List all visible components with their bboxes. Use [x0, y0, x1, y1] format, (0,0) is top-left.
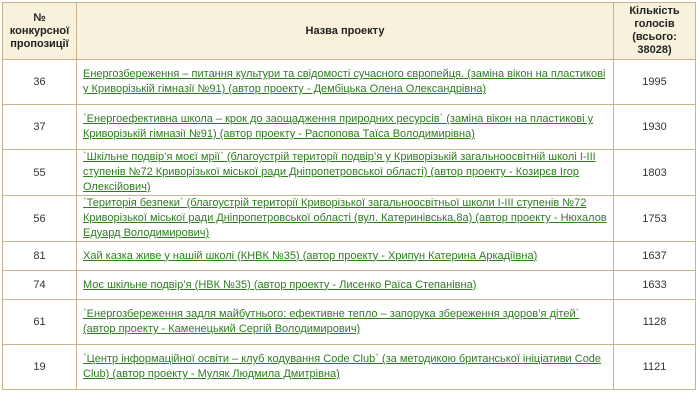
table-row: 36 Енергозбереження – питання культури т…: [2, 59, 696, 105]
project-link[interactable]: `Енергозбереження задля майбутнього: ефе…: [83, 308, 579, 335]
project-cell: `Територія безпеки` (благоустрій територ…: [76, 195, 614, 242]
proposal-number: 56: [2, 195, 77, 242]
project-cell: Енергозбереження – питання культури та с…: [76, 59, 614, 105]
vote-count: 1995: [613, 59, 696, 105]
project-cell: `Енергоефективна школа – крок до заощадж…: [76, 104, 614, 150]
project-link[interactable]: `Енергоефективна школа – крок до заощадж…: [83, 113, 593, 140]
proposal-number: 61: [2, 299, 77, 345]
header-project-name: Назва проекту: [76, 2, 614, 60]
project-cell: `Енергозбереження задля майбутнього: ефе…: [76, 299, 614, 345]
table-row: 55 `Шкільне подвір’я моєї мрії` (благоус…: [2, 149, 696, 196]
vote-count: 1121: [613, 344, 696, 390]
project-link[interactable]: Хай казка живе у нашій школі (КНВК №35) …: [83, 250, 537, 262]
project-link[interactable]: Енергозбереження – питання культури та с…: [83, 68, 605, 95]
table-row: 56 `Територія безпеки` (благоустрій тери…: [2, 195, 696, 242]
project-cell: `Шкільне подвір’я моєї мрії` (благоустрі…: [76, 149, 614, 196]
project-link[interactable]: Моє шкільне подвір’я (НВК №35) (автор пр…: [83, 279, 476, 291]
header-proposal-number: № конкурсної пропозиції: [2, 2, 77, 60]
proposal-number: 81: [2, 241, 77, 271]
vote-count: 1803: [613, 149, 696, 196]
header-votes: Кількість голосів (всього: 38028): [613, 2, 696, 60]
table-header-row: № конкурсної пропозиції Назва проекту Кі…: [2, 2, 696, 60]
proposal-number: 55: [2, 149, 77, 196]
table-row: 61 `Енергозбереження задля майбутнього: …: [2, 299, 696, 345]
table-row: 74 Моє шкільне подвір’я (НВК №35) (автор…: [2, 270, 696, 300]
project-cell: `Центр інформаційної освіти – клуб кодув…: [76, 344, 614, 390]
vote-count: 1128: [613, 299, 696, 345]
vote-count: 1930: [613, 104, 696, 150]
project-link[interactable]: `Центр інформаційної освіти – клуб кодув…: [83, 353, 601, 380]
proposal-number: 74: [2, 270, 77, 300]
vote-count: 1633: [613, 270, 696, 300]
votes-table: № конкурсної пропозиції Назва проекту Кі…: [2, 2, 696, 390]
vote-count: 1753: [613, 195, 696, 242]
project-link[interactable]: `Шкільне подвір’я моєї мрії` (благоустрі…: [83, 151, 596, 193]
project-cell: Хай казка живе у нашій школі (КНВК №35) …: [76, 241, 614, 271]
proposal-number: 37: [2, 104, 77, 150]
project-link[interactable]: `Територія безпеки` (благоустрій територ…: [83, 197, 607, 239]
vote-count: 1637: [613, 241, 696, 271]
table-row: 19 `Центр інформаційної освіти – клуб ко…: [2, 344, 696, 390]
table-row: 37 `Енергоефективна школа – крок до заощ…: [2, 104, 696, 150]
project-cell: Моє шкільне подвір’я (НВК №35) (автор пр…: [76, 270, 614, 300]
table-row: 81 Хай казка живе у нашій школі (КНВК №3…: [2, 241, 696, 271]
proposal-number: 19: [2, 344, 77, 390]
proposal-number: 36: [2, 59, 77, 105]
